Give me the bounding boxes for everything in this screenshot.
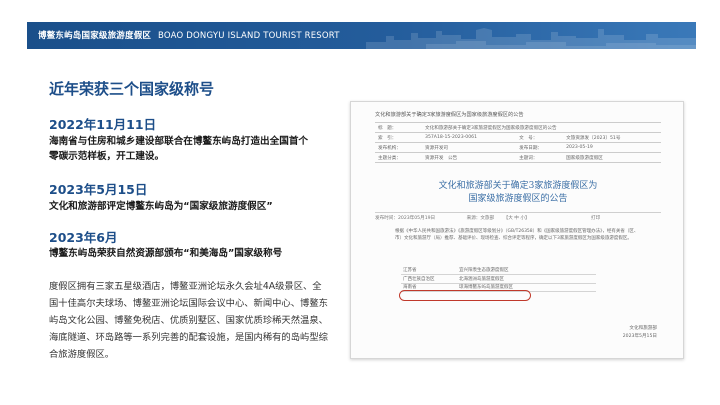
highlight-circle [399,290,531,301]
banner-title-en: BOAO DONGYU ISLAND TOURIST RESORT [158,31,340,41]
province-cell: 广西壮族自治区 [401,274,457,284]
meta-cell: 主题词： [516,152,564,163]
resort-cell: 宜兴阳羡生态旅游度假区 [457,266,596,275]
document-header: 文化和旅游部关于确定3家旅游度假区为国家级旅游度假区的公告 [375,112,524,118]
resort-list-table: 江苏省 宜兴阳羡生态旅游度假区 广西壮族自治区 北海涠洲岛旅游度假区 海南省 琼… [401,266,596,292]
meta-cell: 主题分类： [375,152,423,163]
meta-cell: 文旅资源发〔2023〕51号 [563,132,661,143]
sign-date: 2023年5月15日 [622,334,657,339]
document-title-line-1: 文化和旅游部关于确定3家旅游度假区为 [438,181,598,191]
meta-cell: 发布机构： [375,142,423,153]
meta-row: 主题分类： 资源开发 公告 主题词： 国家级旅游度假区 [375,152,661,163]
font-size-switch: 【大 中 小】 [503,216,530,221]
skyline-decoration [366,28,696,49]
header-banner: 博鳌东屿岛国家级旅游度假区 BOAO DONGYU ISLAND TOURIST… [27,22,696,49]
section-title: 近年荣获三个国家级称号 [49,80,215,98]
meta-row: 发布机构： 资源开发司 发布日期： 2023-05-19 [375,142,661,153]
resort-cell: 北海涠洲岛旅游度假区 [457,274,596,284]
banner-title: 博鳌东屿岛国家级旅游度假区 BOAO DONGYU ISLAND TOURIST… [38,29,340,41]
event-desc-2: 文化和旅游部评定博鳌东屿岛为“国家级旅游度假区” [49,201,273,212]
meta-cell: 标 题： [375,122,423,133]
document-paragraph: 根据《中华人民共和国旅游法》《旅游度假区等级划分》（GB/T26358）和《国家… [395,229,639,241]
meta-cell: 文化和旅游部关于确定3家旅游度假区为国家级旅游度假区的公告 [422,122,661,133]
document-title-line-2: 国家级旅游度假区的公告 [468,194,568,204]
meta-cell: 文 号： [516,132,564,143]
meta-cell: 国家级旅游度假区 [563,152,661,163]
document-divider [375,212,661,213]
meta-cell: 357A18-15-2023-0061 [422,132,517,143]
meta-row: 索 引： 357A18-15-2023-0061 文 号： 文旅资源发〔2023… [375,132,661,143]
print-label: 打印 [591,216,601,221]
document-meta-table: 标 题： 文化和旅游部关于确定3家旅游度假区为国家级旅游度假区的公告 索 引： … [375,122,661,163]
event-desc-1: 海南省与住房和城乡建设部联合在博鳌东屿岛打造出全国首个零碳示范样板，开工建设。 [49,136,309,162]
event-date-3: 2023年6月 [49,230,118,245]
document-title: 文化和旅游部关于确定3家旅游度假区为 国家级旅游度假区的公告 [391,180,645,206]
publish-date: 发布时间：2023年05月19日 [375,216,436,221]
event-desc-3: 博鳌东屿岛荣获自然资源部颁布“和美海岛”国家级称号 [49,248,283,259]
meta-cell: 资源开发司 [422,142,517,153]
event-date-2: 2023年5月15日 [49,182,148,197]
resort-row: 广西壮族自治区 北海涠洲岛旅游度假区 [401,274,596,284]
meta-cell: 资源开发 公告 [422,152,517,163]
meta-row: 标 题： 文化和旅游部关于确定3家旅游度假区为国家级旅游度假区的公告 [375,122,661,133]
meta-cell: 2023-05-19 [563,142,661,153]
announcement-document: 文化和旅游部关于确定3家旅游度假区为国家级旅游度假区的公告 标 题： 文化和旅游… [350,101,684,359]
resort-description: 度假区拥有三家五星级酒店，博鳌亚洲论坛永久会址4A级景区、全国十佳高尔夫球场、博… [49,281,328,360]
banner-title-zh: 博鳌东屿岛国家级旅游度假区 [38,31,152,41]
meta-cell: 索 引： [375,132,423,143]
document-dateline: 发布时间：2023年05月19日 来源：文旅部 【大 中 小】 打印 [375,215,600,221]
event-date-1: 2022年11月11日 [49,117,157,132]
document-source: 来源：文旅部 [466,216,495,221]
province-cell: 江苏省 [401,266,457,275]
sign-org: 文化和旅游部 [629,326,657,331]
meta-cell: 发布日期： [516,142,564,153]
document-signature: 文化和旅游部 2023年5月15日 [623,325,657,341]
resort-row: 江苏省 宜兴阳羡生态旅游度假区 [401,266,596,275]
